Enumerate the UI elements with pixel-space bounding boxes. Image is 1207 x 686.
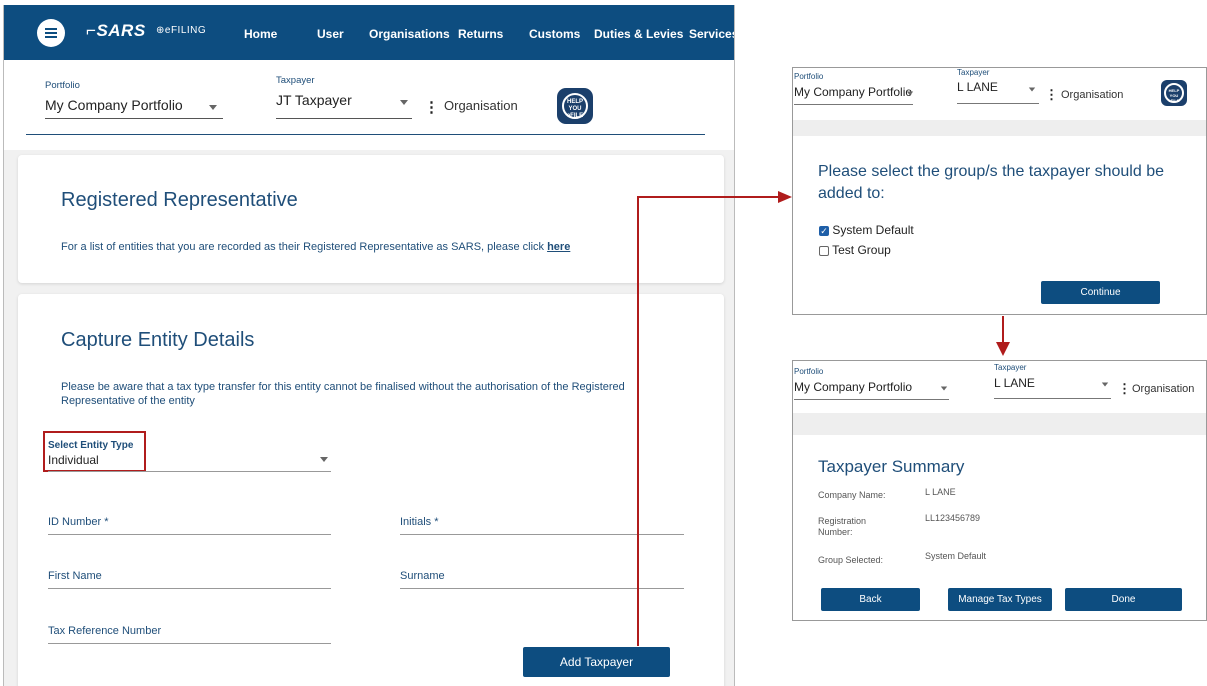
notice-text: Please be aware that a tax type transfer… [61, 381, 625, 407]
efiling-logo: ⊕eFILING [156, 25, 207, 36]
taxpayer-label: Taxpayer [957, 68, 990, 77]
initials-underline [400, 534, 684, 535]
flow-arrow-horizontal [637, 196, 779, 198]
tax-reference-underline [48, 643, 331, 644]
divider [26, 134, 705, 135]
chevron-down-icon [400, 100, 408, 105]
chevron-down-icon [906, 91, 914, 96]
divider [793, 120, 1206, 136]
top-navigation-bar: ⌐SARS ⊕eFILING Home User Organisations R… [4, 5, 734, 60]
taxpayer-underline [276, 118, 412, 119]
card-text: For a list of entities that you are reco… [61, 241, 711, 253]
help-you-efile-icon[interactable]: HELP YOU eFILE [557, 88, 593, 124]
taxpayer-select[interactable]: L LANE [994, 376, 1035, 390]
taxpayer-label: Taxpayer [994, 363, 1027, 372]
chevron-down-icon [1028, 87, 1036, 92]
taxpayer-select[interactable]: L LANE [957, 80, 998, 94]
nav-customs[interactable]: Customs [529, 27, 580, 41]
portfolio-select[interactable]: My Company Portfolio [794, 380, 912, 394]
organisation-label: Organisation [1132, 383, 1195, 395]
here-link[interactable]: here [547, 241, 570, 253]
checkbox-unchecked-icon[interactable] [819, 245, 829, 256]
sars-logo: ⌐SARS [86, 21, 146, 40]
nav-home[interactable]: Home [244, 27, 277, 41]
manage-tax-types-button[interactable]: Manage Tax Types [948, 588, 1052, 611]
registration-number-value: LL123456789 [925, 513, 981, 523]
portfolio-select[interactable]: My Company Portfolio [794, 85, 912, 99]
first-name-field[interactable]: First Name [48, 570, 102, 582]
portfolio-label: Portfolio [794, 367, 824, 376]
group-selected-label: Group Selected: [818, 555, 884, 565]
taxpayer-summary-panel: Portfolio My Company Portfolio Taxpayer … [792, 360, 1207, 621]
taxpayer-underline [994, 398, 1111, 399]
selector-bar: Portfolio My Company Portfolio Taxpayer … [4, 60, 734, 150]
option-test-group[interactable]: Test Group [819, 243, 891, 257]
initials-field[interactable]: Initials * [400, 516, 439, 528]
id-number-field[interactable]: ID Number * [48, 516, 109, 528]
nav-returns[interactable]: Returns [458, 27, 503, 41]
organisation-label: Organisation [444, 98, 518, 113]
nav-duties-levies[interactable]: Duties & Levies [594, 27, 683, 41]
company-name-value: L LANE [925, 487, 956, 497]
portfolio-underline [794, 104, 913, 105]
surname-underline [400, 588, 684, 589]
arrow-head-right-icon [778, 191, 792, 203]
portfolio-label: Portfolio [794, 72, 824, 81]
option-label: Test Group [832, 243, 891, 257]
taxpayer-label: Taxpayer [276, 75, 315, 86]
add-taxpayer-button[interactable]: Add Taxpayer [523, 647, 670, 677]
entity-type-label: Select Entity Type [48, 440, 134, 451]
company-name-label: Company Name: [818, 490, 886, 500]
id-number-underline [48, 534, 331, 535]
chevron-down-icon [320, 457, 328, 462]
capture-entity-card: Capture Entity Details Please be aware t… [18, 294, 724, 686]
entity-type-select[interactable]: Individual [48, 453, 99, 467]
arrow-head-down-icon [996, 342, 1010, 356]
divider [793, 413, 1206, 435]
surname-field[interactable]: Surname [400, 570, 445, 582]
help-you-efile-icon[interactable]: HELP YOU eFILE [1161, 80, 1187, 106]
continue-button[interactable]: Continue [1041, 281, 1160, 304]
nav-user[interactable]: User [317, 27, 344, 41]
checkbox-checked-icon[interactable]: ✓ [819, 225, 829, 236]
card-title: Registered Representative [61, 189, 298, 211]
summary-title: Taxpayer Summary [818, 457, 965, 476]
chevron-down-icon [1101, 382, 1109, 387]
portfolio-underline [794, 399, 949, 400]
option-label: System Default [832, 223, 914, 237]
registered-representative-card: Registered Representative For a list of … [18, 155, 724, 283]
more-options-icon[interactable]: ⋮ [1118, 381, 1131, 397]
nav-services[interactable]: Services [689, 27, 734, 41]
more-options-icon[interactable]: ⋮ [1045, 87, 1058, 103]
first-name-underline [48, 588, 331, 589]
organisation-label: Organisation [1061, 89, 1124, 101]
portfolio-label: Portfolio [45, 80, 80, 91]
nav-organisations[interactable]: Organisations [369, 27, 450, 41]
chevron-down-icon [209, 105, 217, 110]
taxpayer-select[interactable]: JT Taxpayer [276, 92, 352, 108]
entity-type-underline [48, 471, 331, 472]
group-selection-panel: Portfolio My Company Portfolio Taxpayer … [792, 67, 1207, 315]
taxpayer-underline [957, 103, 1039, 104]
flow-arrow-down [1002, 316, 1004, 343]
group-selected-value: System Default [925, 551, 987, 561]
more-options-icon[interactable]: ⋮ [424, 98, 439, 116]
chevron-down-icon [940, 386, 948, 391]
rep-text: For a list of entities that you are reco… [61, 241, 545, 253]
hamburger-menu-button[interactable] [37, 19, 65, 47]
tax-reference-field[interactable]: Tax Reference Number [48, 625, 161, 637]
flow-arrow-vertical [637, 196, 639, 646]
option-system-default[interactable]: ✓ System Default [819, 223, 914, 237]
done-button[interactable]: Done [1065, 588, 1182, 611]
portfolio-underline [45, 118, 223, 119]
group-prompt: Please select the group/s the taxpayer s… [818, 163, 1164, 202]
main-window: ⌐SARS ⊕eFILING Home User Organisations R… [3, 5, 735, 686]
portfolio-select[interactable]: My Company Portfolio [45, 97, 183, 113]
card-title: Capture Entity Details [61, 329, 255, 351]
back-button[interactable]: Back [821, 588, 920, 611]
registration-number-label: Registration Number: [818, 516, 867, 537]
